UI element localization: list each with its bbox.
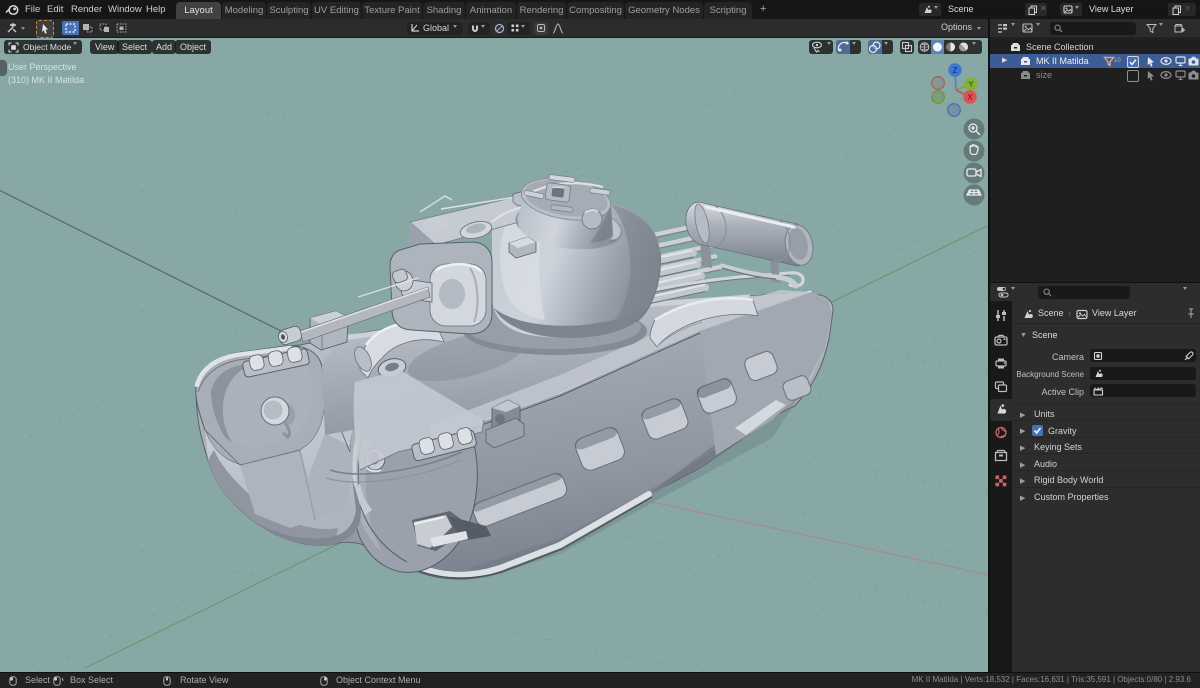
svg-text:X: X bbox=[967, 93, 973, 102]
svg-text:Y: Y bbox=[968, 80, 974, 89]
svg-text:Z: Z bbox=[953, 66, 958, 75]
